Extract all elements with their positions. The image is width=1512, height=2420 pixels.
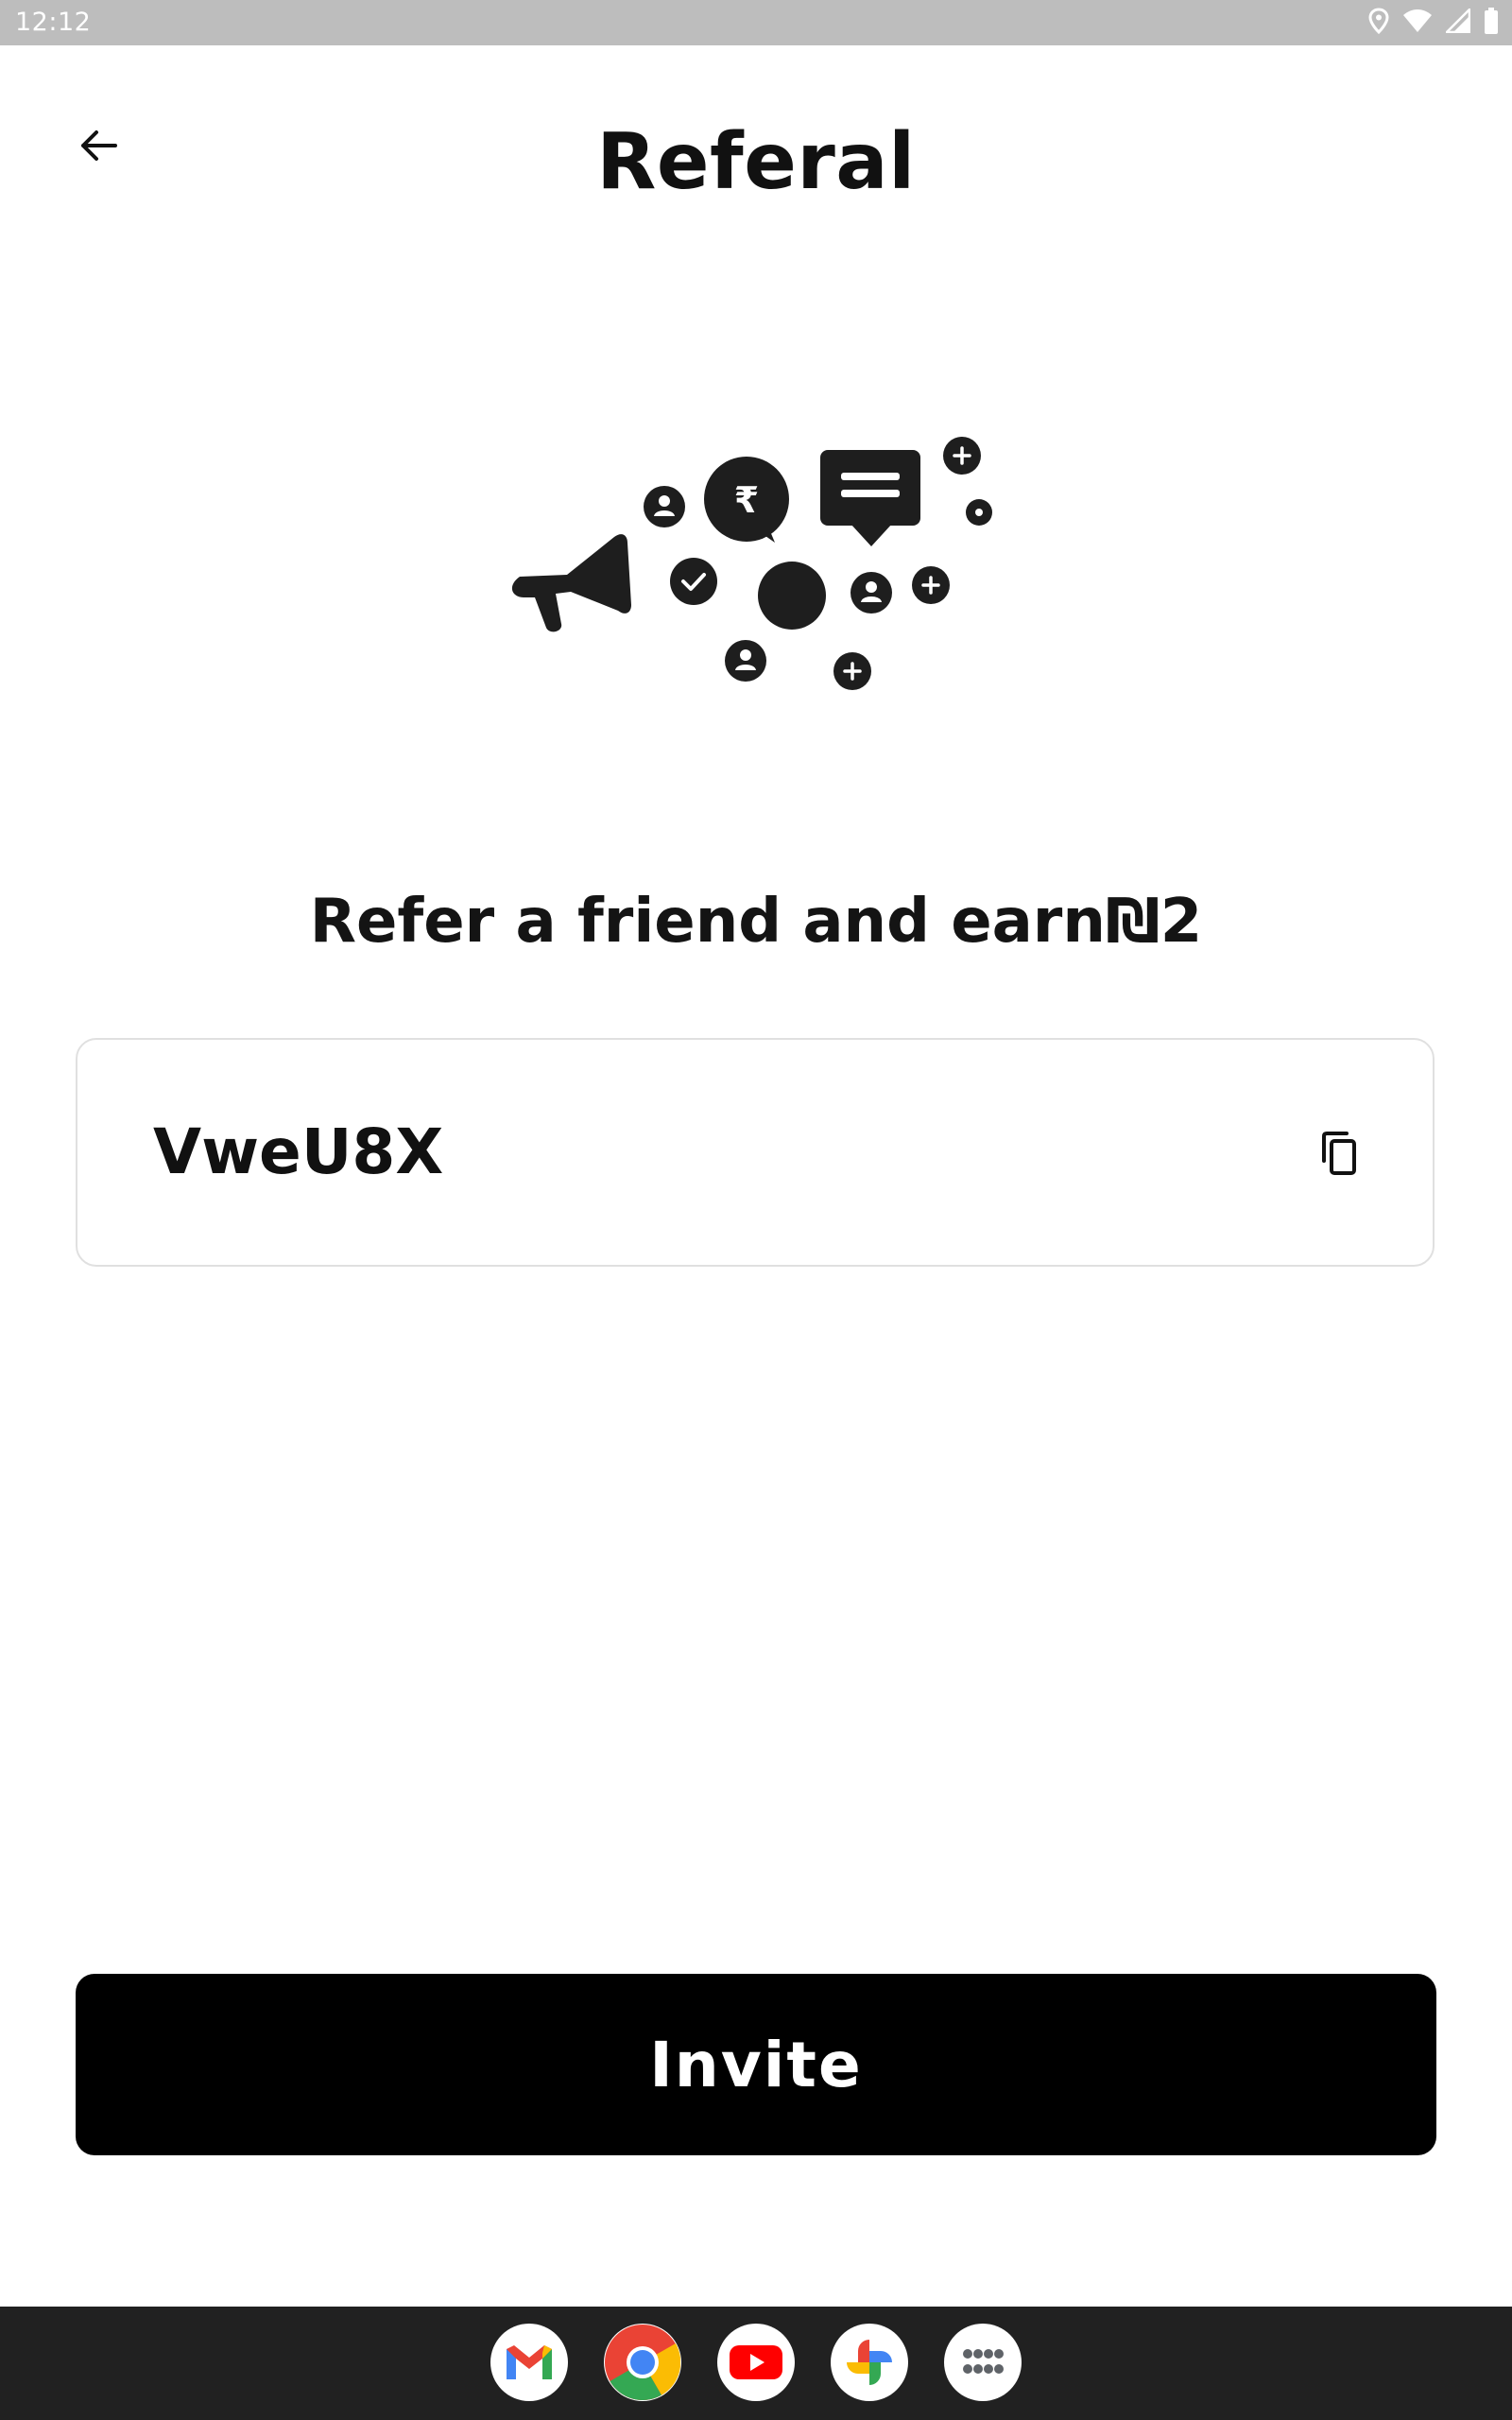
location-icon bbox=[1368, 7, 1389, 39]
invite-label: Invite bbox=[649, 2028, 863, 2101]
copy-button[interactable] bbox=[1310, 1125, 1366, 1182]
megaphone-icon bbox=[511, 534, 631, 632]
referral-code-card: VweU8X bbox=[76, 1038, 1435, 1267]
photos-app-icon[interactable] bbox=[831, 2324, 908, 2401]
gmail-app-icon[interactable] bbox=[490, 2324, 568, 2401]
rupee-bubble-icon: ₹ bbox=[704, 457, 789, 543]
signal-icon bbox=[1443, 6, 1471, 38]
svg-text:₹: ₹ bbox=[734, 479, 759, 521]
plus-circle-icon-1 bbox=[943, 437, 981, 475]
bottom-dock bbox=[0, 2307, 1512, 2420]
referral-subtitle: Refer a friend and earn₪2 bbox=[309, 887, 1203, 957]
status-bar: 12:12 bbox=[0, 0, 1512, 45]
check-circle-icon bbox=[670, 558, 717, 605]
battery-icon bbox=[1484, 7, 1499, 39]
status-time: 12:12 bbox=[15, 8, 92, 37]
referral-code: VweU8X bbox=[153, 1115, 444, 1188]
message-bubble-icon bbox=[820, 450, 920, 546]
person-icon-3 bbox=[725, 640, 766, 682]
invite-button[interactable]: Invite bbox=[76, 1974, 1436, 2155]
dock-apps bbox=[0, 2324, 1512, 2401]
small-dot-icon bbox=[966, 499, 992, 526]
app-drawer-icon[interactable] bbox=[944, 2324, 1022, 2401]
big-dot bbox=[758, 562, 826, 630]
youtube-app-icon[interactable] bbox=[717, 2324, 795, 2401]
copy-icon bbox=[1322, 1132, 1356, 1175]
wifi-icon bbox=[1402, 9, 1433, 38]
referral-screen: 12:12 Referal ₹ Refer a friend and earn₪… bbox=[0, 0, 1512, 2420]
plus-circle-icon-2 bbox=[912, 566, 950, 604]
status-icons bbox=[1368, 6, 1499, 39]
page-title: Referal bbox=[596, 117, 916, 207]
person-icon-1 bbox=[644, 486, 685, 527]
chrome-app-icon[interactable] bbox=[604, 2324, 681, 2401]
person-icon-2 bbox=[850, 572, 892, 614]
plus-circle-icon-3 bbox=[833, 652, 871, 690]
referral-illustration: ₹ bbox=[501, 425, 1011, 709]
